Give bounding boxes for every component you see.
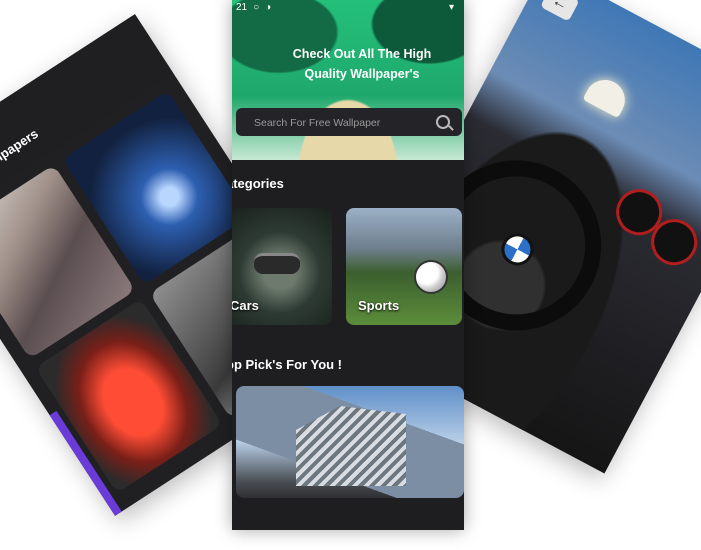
car-image xyxy=(254,253,300,274)
category-label: Cars xyxy=(232,298,259,313)
category-card-cars[interactable]: Cars xyxy=(232,208,332,325)
search-input[interactable] xyxy=(252,108,426,138)
search-icon[interactable] xyxy=(436,115,450,129)
bottom-bar xyxy=(232,500,464,530)
category-card-sports[interactable]: Sports xyxy=(346,208,462,325)
top-pick-card[interactable] xyxy=(236,386,464,498)
status-bar: 21 ○ ◑ xyxy=(236,2,271,13)
hero-banner: 21 ○ ◑ ▾ Check Out All The High Quality … xyxy=(232,0,464,160)
wifi-icon: ▾ xyxy=(448,2,454,13)
top-picks-heading: op Pick's For You ! xyxy=(232,357,343,372)
home-screen: 21 ○ ◑ ▾ Check Out All The High Quality … xyxy=(232,0,464,530)
notification-icon: ◑ xyxy=(265,2,272,13)
arrow-left-icon[interactable]: ← xyxy=(540,0,580,22)
capitol-dome-image xyxy=(582,72,632,119)
status-time: 21 xyxy=(236,2,248,13)
building-image xyxy=(296,406,406,486)
hero-title: Check Out All The High Quality Wallpaper… xyxy=(292,47,432,81)
categories-heading: ategories xyxy=(232,176,284,191)
soccer-ball-image xyxy=(414,260,448,294)
category-label: Sports xyxy=(358,298,400,313)
search-bar[interactable] xyxy=(236,108,462,138)
alarm-icon: ○ xyxy=(253,2,260,13)
